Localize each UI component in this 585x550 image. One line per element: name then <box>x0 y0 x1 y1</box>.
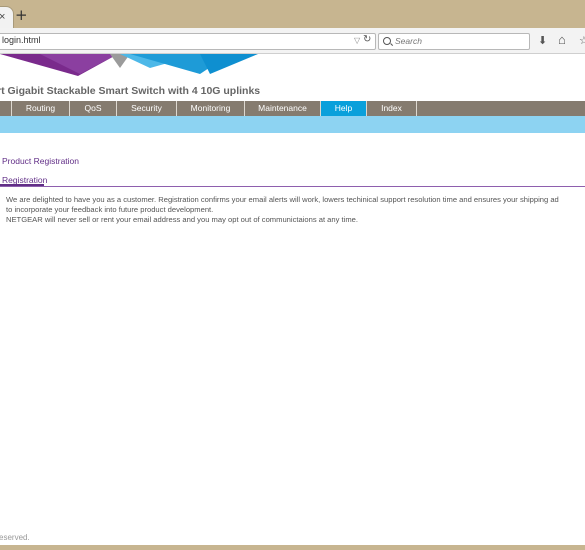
banner-graphic <box>0 54 258 76</box>
menu-item-maintenance[interactable]: Maintenance <box>244 101 320 116</box>
header-banner <box>0 54 585 79</box>
section-title: Product Registration <box>2 156 80 166</box>
url-dropdown-icon[interactable]: ▽ <box>354 36 360 45</box>
menu-item-security[interactable]: Security <box>116 101 176 116</box>
bookmark-icon[interactable]: ☆ <box>579 34 585 47</box>
footer-copyright: eserved. <box>0 533 30 542</box>
menu-item-monitoring[interactable]: Monitoring <box>176 101 244 116</box>
url-bar[interactable]: login.html ▽ ↻ <box>0 33 376 50</box>
reload-icon[interactable]: ↻ <box>363 34 371 45</box>
menu-item-system[interactable] <box>0 101 11 116</box>
menu-item-qos[interactable]: QoS <box>69 101 116 116</box>
menu-item-routing[interactable]: Routing <box>11 101 69 116</box>
main-menu: Routing QoS Security Monitoring Maintena… <box>0 101 585 116</box>
menu-item-index[interactable]: Index <box>366 101 417 116</box>
product-title: rt Gigabit Stackable Smart Switch with 4… <box>0 85 261 97</box>
new-tab-button[interactable]: + <box>15 8 28 23</box>
search-icon <box>383 37 391 45</box>
paragraph-line: to incorporate your feedback into future… <box>6 205 214 214</box>
search-placeholder: Search <box>395 36 422 46</box>
search-input[interactable]: Search <box>378 33 530 50</box>
paragraph-line: We are delighted to have you as a custom… <box>6 195 559 204</box>
url-text[interactable]: login.html <box>2 35 41 45</box>
browser-nav-bar: login.html ▽ ↻ Search ⬇ ⌂ ☆ <box>0 28 585 54</box>
download-icon[interactable]: ⬇ <box>538 34 547 47</box>
submenu-strip <box>0 116 585 133</box>
close-tab-icon[interactable]: × <box>0 11 5 23</box>
paragraph-line: NETGEAR will never sell or rent your ema… <box>6 215 358 224</box>
menu-item-help[interactable]: Help <box>320 101 366 116</box>
browser-tab-bar: × + <box>0 0 585 29</box>
registration-description: We are delighted to have you as a custom… <box>6 195 585 225</box>
window-bottom-edge <box>0 545 585 550</box>
divider <box>0 186 585 187</box>
home-icon[interactable]: ⌂ <box>558 32 566 47</box>
